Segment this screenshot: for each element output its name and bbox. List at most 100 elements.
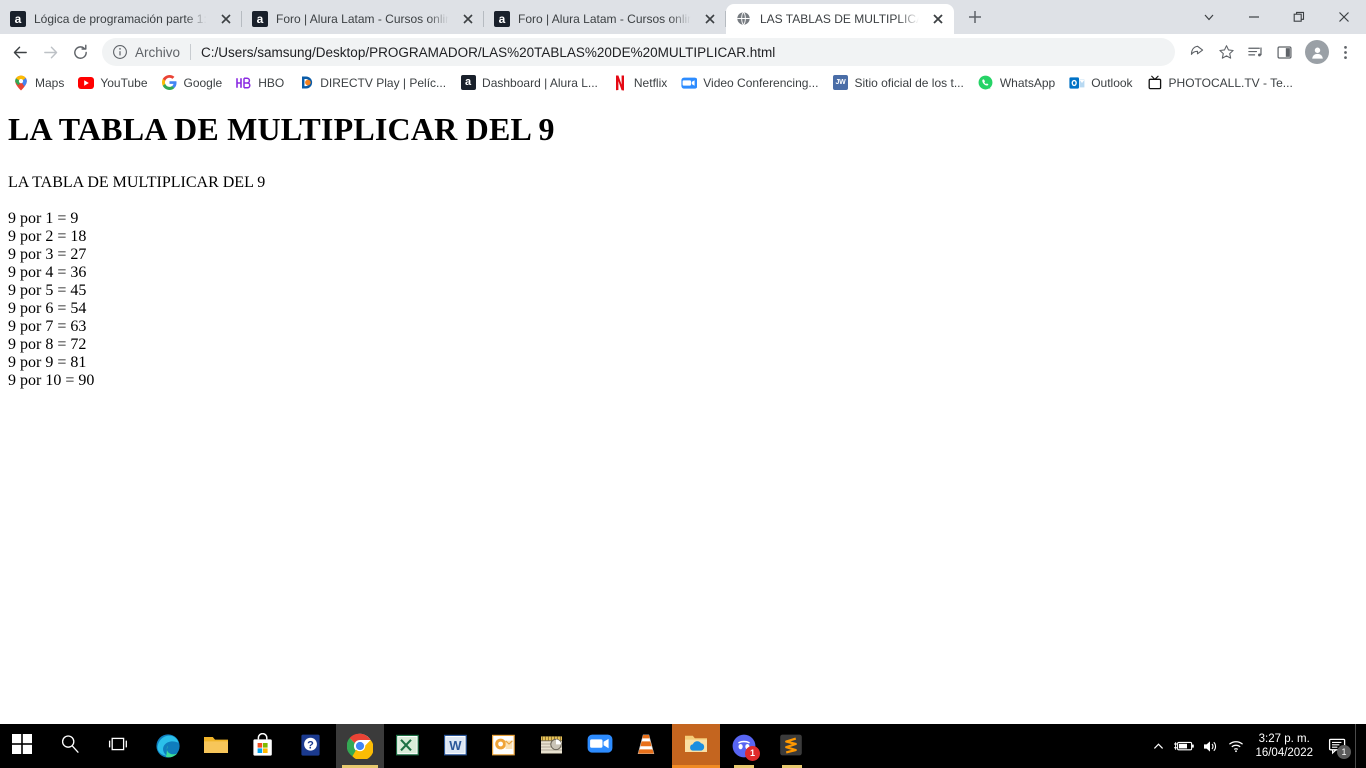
discord-icon: 1 (731, 733, 760, 761)
task-view-icon (107, 733, 133, 759)
tab-close-icon[interactable] (702, 11, 718, 27)
table-row: 9 por 5 = 45 (8, 282, 87, 299)
bookmark-label: Sitio oficial de los t... (854, 75, 964, 90)
tab-strip: a Lógica de programación parte 1: a Foro… (0, 0, 1366, 34)
notification-count-badge: 1 (1337, 745, 1351, 759)
restore-icon[interactable] (1276, 0, 1321, 34)
discord-button[interactable]: 1 (720, 724, 768, 768)
bookmark-youtube[interactable]: YouTube (71, 72, 154, 94)
chevron-down-icon[interactable] (1186, 0, 1231, 34)
word-button[interactable]: W (432, 724, 480, 768)
file-explorer-button[interactable] (192, 724, 240, 768)
discord-badge: 1 (745, 746, 760, 761)
minimize-icon[interactable] (1231, 0, 1276, 34)
tab-close-icon[interactable] (460, 11, 476, 27)
chevron-up-icon[interactable] (1145, 724, 1171, 768)
bookmark-photocall-tv[interactable]: PHOTOCALL.TV - Te... (1140, 72, 1300, 94)
info-circle-icon (112, 44, 128, 60)
svg-text:W: W (449, 738, 462, 753)
bookmark-label: Google (183, 75, 223, 90)
whatsapp-icon (978, 75, 994, 91)
bookmark-directv[interactable]: DIRECTV Play | Pelíc... (291, 72, 453, 94)
tab-title: Foro | Alura Latam - Cursos onlin (518, 12, 696, 26)
onedrive-folder-icon (683, 733, 709, 759)
alura-icon: a (494, 11, 510, 27)
share-icon[interactable] (1184, 39, 1210, 65)
close-icon[interactable] (1321, 0, 1366, 34)
onedrive-button[interactable] (672, 724, 720, 768)
profile-avatar-icon[interactable] (1305, 40, 1329, 64)
zoom-camera-icon (681, 75, 698, 91)
bookmark-label: PHOTOCALL.TV - Te... (1168, 75, 1293, 90)
windows-taskbar: ? W 1 3:27 p. m. 16/04/2022 1 (0, 724, 1366, 768)
tab-3-active[interactable]: LAS TABLAS DE MULTIPLICAR.htm (726, 4, 954, 34)
start-button[interactable] (0, 724, 48, 768)
show-desktop-button[interactable] (1355, 724, 1362, 768)
notification-icon[interactable]: 1 (1321, 724, 1355, 768)
bookmarks-bar: Maps YouTube Google HBO DIRECTV Play | P… (0, 70, 1366, 96)
bookmark-google[interactable]: Google (155, 72, 230, 94)
url-scheme-label: Archivo (135, 44, 181, 60)
side-panel-icon[interactable] (1271, 39, 1297, 65)
folder-icon (203, 733, 229, 759)
word-icon: W (443, 733, 469, 759)
tab-title: Lógica de programación parte 1: (34, 12, 212, 26)
microsoft-store-button[interactable] (240, 724, 288, 768)
bookmark-jw[interactable]: JW Sitio oficial de los t... (825, 72, 970, 94)
bookmark-maps[interactable]: Maps (6, 72, 71, 94)
new-tab-button[interactable] (961, 3, 989, 31)
youtube-icon (78, 75, 95, 91)
star-icon[interactable] (1213, 39, 1239, 65)
tab-2[interactable]: a Foro | Alura Latam - Cursos onlin (484, 4, 726, 34)
bookmark-hbo[interactable]: HBO (229, 72, 291, 94)
bookmark-label: HBO (258, 75, 285, 90)
chrome-button[interactable] (336, 724, 384, 768)
bookmark-alura-dashboard[interactable]: a Dashboard | Alura L... (453, 72, 605, 94)
bookmark-netflix[interactable]: Netflix (605, 72, 674, 94)
table-row: 9 por 10 = 90 (8, 372, 95, 389)
bookmark-whatsapp[interactable]: WhatsApp (971, 72, 1062, 94)
media-list-icon[interactable] (1242, 39, 1268, 65)
help-book-icon: ? (299, 733, 325, 759)
bookmark-label: Netflix (633, 75, 668, 90)
wifi-icon[interactable] (1223, 724, 1249, 768)
task-view-button[interactable] (96, 724, 144, 768)
table-row: 9 por 2 = 18 (8, 228, 87, 245)
table-row: 9 por 3 = 27 (8, 246, 87, 263)
back-arrow-icon[interactable] (6, 38, 34, 66)
address-bar[interactable]: Archivo C:/Users/samsung/Desktop/PROGRAM… (102, 38, 1175, 66)
speaker-icon[interactable] (1197, 724, 1223, 768)
outlook-icon (1069, 75, 1085, 91)
three-dot-menu-icon[interactable] (1332, 39, 1358, 65)
tab-list: a Lógica de programación parte 1: a Foro… (0, 0, 954, 34)
bookmark-video-conferencing[interactable]: Video Conferencing... (674, 72, 825, 94)
alura-icon: a (10, 11, 26, 27)
outlook-button[interactable] (480, 724, 528, 768)
battery-charging-icon[interactable] (1171, 724, 1197, 768)
movie-maker-button[interactable] (528, 724, 576, 768)
url-text: C:/Users/samsung/Desktop/PROGRAMADOR/LAS… (201, 44, 776, 60)
reload-icon[interactable] (66, 38, 94, 66)
bookmark-label: WhatsApp (999, 75, 1056, 90)
alura-icon: a (460, 75, 476, 91)
taskbar-clock[interactable]: 3:27 p. m. 16/04/2022 (1249, 732, 1321, 760)
zoom-button[interactable] (576, 724, 624, 768)
tab-close-icon[interactable] (930, 11, 946, 27)
tab-1[interactable]: a Foro | Alura Latam - Cursos onlin (242, 4, 484, 34)
tab-close-icon[interactable] (218, 11, 234, 27)
sublime-text-button[interactable] (768, 724, 816, 768)
table-row: 9 por 9 = 81 (8, 354, 87, 371)
bookmark-outlook[interactable]: Outlook (1062, 72, 1139, 94)
multiplication-table-list: 9 por 1 = 9 9 por 2 = 18 9 por 3 = 27 9 … (0, 192, 1366, 390)
directv-icon (298, 75, 314, 91)
vlc-button[interactable] (624, 724, 672, 768)
excel-button[interactable] (384, 724, 432, 768)
tab-0[interactable]: a Lógica de programación parte 1: (0, 4, 242, 34)
forward-arrow-icon[interactable] (36, 38, 64, 66)
maps-pin-icon (13, 75, 29, 91)
excel-icon (395, 733, 421, 759)
edge-button[interactable] (144, 724, 192, 768)
store-bag-icon (251, 732, 277, 759)
help-button[interactable]: ? (288, 724, 336, 768)
search-button[interactable] (48, 724, 96, 768)
